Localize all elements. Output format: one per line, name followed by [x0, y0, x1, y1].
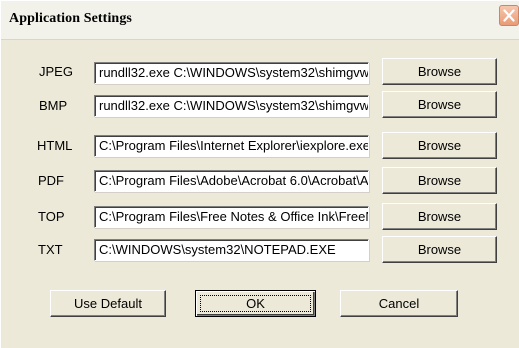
pdf-browse-button[interactable]: Browse [382, 167, 497, 194]
bmp-label: BMP [39, 98, 68, 113]
ok-button-label: OK [246, 296, 265, 311]
title-bar[interactable]: Application Settings [1, 1, 519, 40]
top-browse-button[interactable]: Browse [382, 203, 497, 230]
ok-button[interactable]: OK [195, 290, 316, 317]
top-path-field[interactable]: C:\Program Files\Free Notes & Office Ink… [94, 206, 369, 228]
window-title: Application Settings [9, 11, 132, 26]
bmp-path-field[interactable]: rundll32.exe C:\WINDOWS\system32\shimgvw… [94, 95, 369, 117]
top-label: TOP [38, 209, 65, 224]
html-path-field[interactable]: C:\Program Files\Internet Explorer\iexpl… [94, 135, 369, 157]
jpeg-browse-button[interactable]: Browse [382, 58, 497, 85]
pdf-label: PDF [38, 173, 64, 188]
jpeg-path-field[interactable]: rundll32.exe C:\WINDOWS\system32\shimgvw… [94, 62, 369, 84]
bmp-browse-button[interactable]: Browse [382, 91, 497, 118]
html-browse-button[interactable]: Browse [382, 132, 497, 159]
jpeg-label: JPEG [39, 64, 73, 79]
html-label: HTML [37, 138, 73, 153]
use-default-button[interactable]: Use Default [50, 290, 166, 317]
txt-path-field[interactable]: C:\WINDOWS\system32\NOTEPAD.EXE [94, 239, 369, 261]
cancel-button[interactable]: Cancel [340, 290, 458, 317]
txt-browse-button[interactable]: Browse [382, 236, 497, 263]
pdf-path-field[interactable]: C:\Program Files\Adobe\Acrobat 6.0\Acrob… [94, 170, 369, 192]
application-settings-dialog: Application Settings JPEG rundll32.exe C… [0, 0, 519, 348]
close-button[interactable] [499, 5, 519, 26]
txt-label: TXT [38, 242, 63, 257]
